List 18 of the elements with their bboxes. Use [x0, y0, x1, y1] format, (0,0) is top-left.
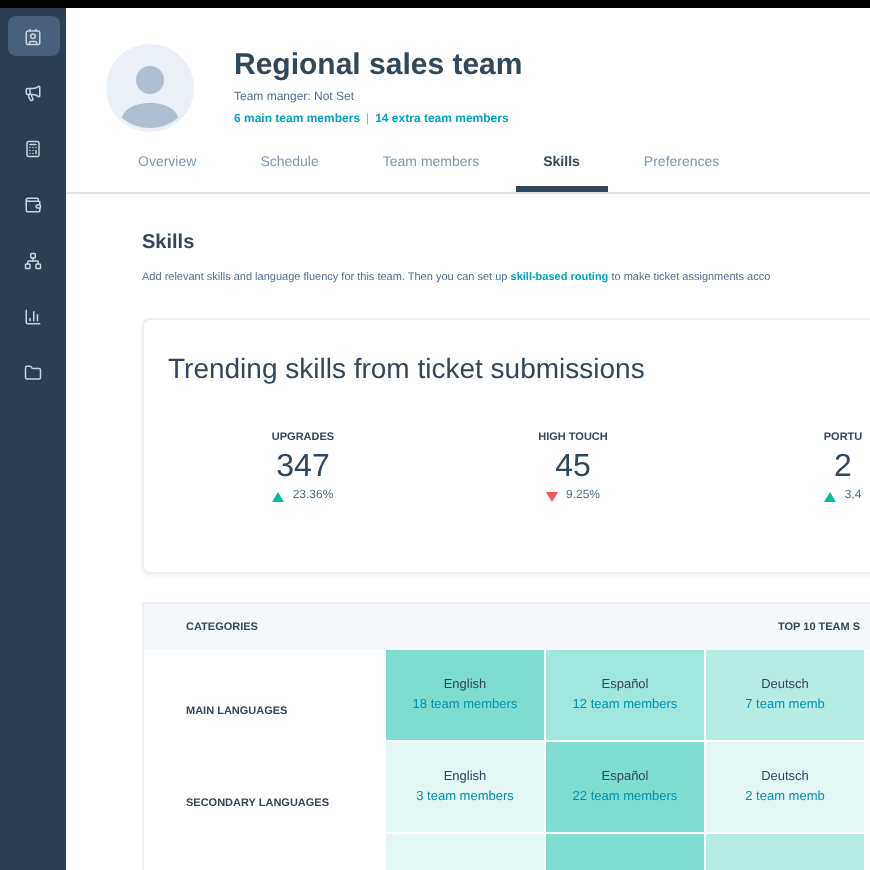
stat-value: 2 — [834, 447, 852, 487]
folder-icon — [24, 363, 42, 381]
down-triangle-icon — [545, 491, 558, 501]
up-triangle-icon — [272, 491, 285, 501]
up-triangle-icon — [824, 491, 837, 501]
bar-chart-icon — [24, 307, 42, 325]
team-title: Regional sales team — [234, 46, 523, 86]
megaphone-icon — [24, 83, 42, 101]
network-icon — [24, 251, 42, 269]
sidebar-button[interactable] — [7, 16, 59, 56]
stat-value: 347 — [276, 447, 330, 487]
stat-value: 45 — [555, 447, 591, 487]
contact-card-icon — [24, 27, 42, 45]
calculator-icon — [24, 139, 42, 157]
avatar-icon — [106, 44, 194, 132]
trending-title: Trending skills from ticket submissions — [168, 350, 647, 389]
wallet-icon — [24, 195, 42, 213]
skills-heading: Skills — [142, 230, 197, 258]
